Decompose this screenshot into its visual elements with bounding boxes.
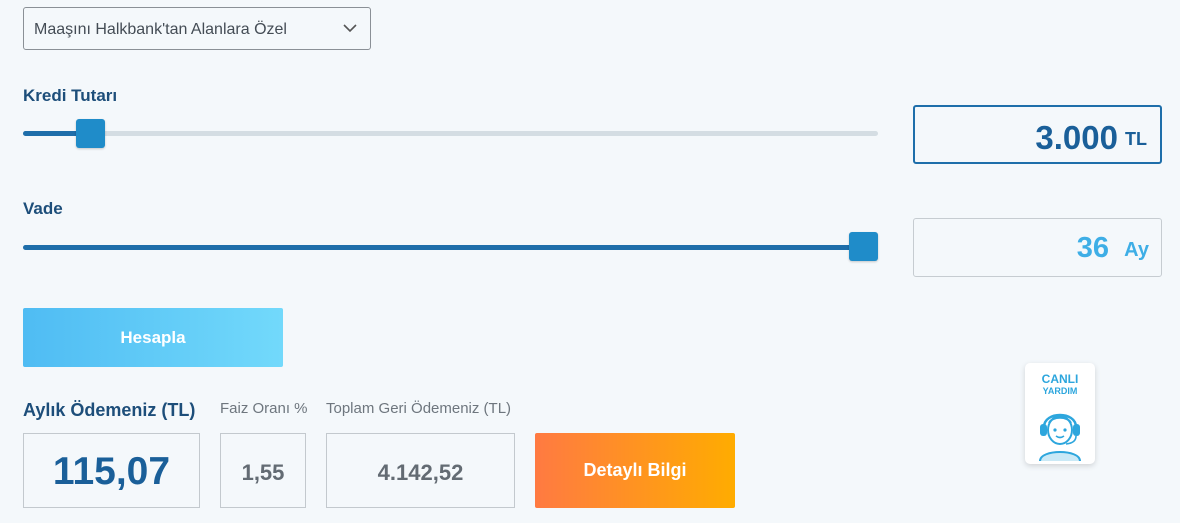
live-help-line2: YARDIM: [1042, 386, 1078, 396]
live-help-line1: CANLI: [1041, 372, 1079, 386]
amount-slider-handle[interactable]: [76, 119, 106, 148]
calculate-button-label: Hesapla: [120, 327, 186, 347]
term-slider-handle[interactable]: [849, 232, 878, 261]
calculate-button[interactable]: Hesapla: [23, 308, 283, 367]
chevron-down-icon: [343, 24, 357, 33]
support-agent-icon: [1039, 413, 1081, 461]
total-payment-value: 4.142,52: [377, 460, 464, 485]
term-slider-fill: [23, 245, 863, 250]
interest-rate-box: 1,55: [220, 433, 306, 508]
monthly-payment-value: 115,07: [52, 450, 171, 493]
interest-rate-label: Faiz Oranı %: [220, 400, 308, 417]
live-help-widget[interactable]: CANLI YARDIM: [1025, 363, 1095, 464]
amount-input[interactable]: 3.000 TL: [913, 105, 1162, 164]
term-value: 36: [1076, 232, 1109, 264]
monthly-payment-label: Aylık Ödemeniz (TL): [23, 400, 196, 420]
term-input[interactable]: 36 Ay: [913, 218, 1162, 277]
loan-type-select[interactable]: Maaşını Halkbank'tan Alanlara Özel: [23, 7, 371, 50]
detail-info-button-label: Detaylı Bilgi: [583, 460, 687, 480]
amount-slider-track[interactable]: [23, 131, 878, 136]
total-payment-box: 4.142,52: [326, 433, 515, 508]
detail-info-button[interactable]: Detaylı Bilgi: [535, 433, 735, 508]
monthly-payment-box: 115,07: [23, 433, 200, 508]
interest-rate-value: 1,55: [241, 460, 285, 485]
total-payment-label: Toplam Geri Ödemeniz (TL): [326, 400, 512, 417]
amount-unit: TL: [1125, 129, 1147, 149]
amount-label: Kredi Tutarı: [23, 86, 118, 105]
loan-type-selected-value: Maaşını Halkbank'tan Alanlara Özel: [34, 21, 287, 38]
term-unit: Ay: [1124, 239, 1149, 261]
term-label: Vade: [23, 199, 63, 218]
amount-value: 3.000: [1035, 119, 1118, 156]
